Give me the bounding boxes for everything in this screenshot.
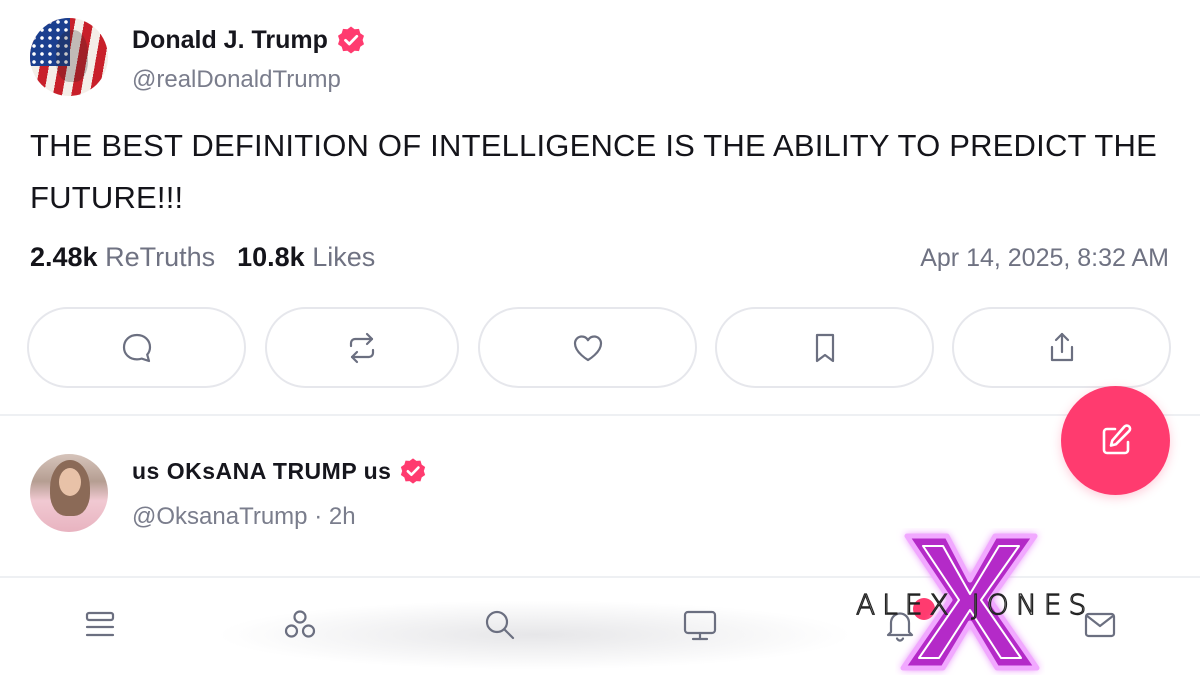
- author-avatar[interactable]: [30, 18, 108, 96]
- groups-icon: [284, 610, 316, 638]
- author-display-name[interactable]: Donald J. Trump: [132, 26, 328, 55]
- compose-icon: [1102, 423, 1131, 454]
- search-icon: [485, 610, 515, 640]
- retruths-count: 2.48k: [30, 242, 98, 272]
- retruth-icon: [349, 332, 375, 363]
- bookmark-button[interactable]: [715, 307, 934, 388]
- avatar-face: [59, 468, 81, 496]
- reply-icon: [122, 333, 151, 362]
- tv-icon: [683, 610, 717, 641]
- post-text: THE BEST DEFINITION OF INTELLIGENCE IS T…: [30, 128, 1157, 215]
- nav-groups[interactable]: [281, 606, 319, 644]
- nav-search[interactable]: [481, 606, 519, 644]
- like-button[interactable]: [478, 307, 697, 388]
- next-author-name-row: us OKsANA TRUMP us: [132, 457, 427, 485]
- post-divider: [0, 414, 1200, 416]
- post-stats: 2.48k ReTruths 10.8k Likes: [30, 242, 375, 273]
- post: Donald J. Trump @realDonaldTrump THE BES…: [0, 0, 1200, 415]
- likes-stat[interactable]: 10.8k Likes: [237, 242, 375, 273]
- share-icon: [1050, 332, 1073, 361]
- compose-button[interactable]: [1061, 386, 1170, 495]
- feed-icon: [85, 611, 115, 637]
- post-timestamp: Apr 14, 2025, 8:32 AM: [920, 244, 1169, 272]
- next-author-avatar[interactable]: [30, 454, 108, 532]
- next-author-display-name[interactable]: us OKsANA TRUMP us: [132, 458, 391, 485]
- bookmark-icon: [815, 333, 834, 362]
- share-button[interactable]: [952, 307, 1171, 388]
- verified-badge-icon: [337, 26, 364, 54]
- nav-tv[interactable]: [681, 606, 719, 644]
- retruths-label: ReTruths: [105, 242, 216, 272]
- watermark-text: ALEX JONES: [855, 587, 1094, 621]
- author-name-row: Donald J. Trump: [132, 25, 366, 55]
- portrait-face: [56, 30, 88, 82]
- likes-label: Likes: [312, 242, 376, 272]
- next-author-handle[interactable]: @OksanaTrump · 2h: [132, 503, 356, 531]
- nav-feed[interactable]: [81, 606, 119, 644]
- verified-badge-icon: [401, 458, 426, 484]
- retruth-button[interactable]: [265, 307, 459, 388]
- heart-icon: [573, 334, 602, 361]
- author-handle[interactable]: @realDonaldTrump: [132, 66, 341, 94]
- likes-count: 10.8k: [237, 242, 305, 272]
- retruths-stat[interactable]: 2.48k ReTruths: [30, 242, 215, 273]
- reply-button[interactable]: [27, 307, 246, 388]
